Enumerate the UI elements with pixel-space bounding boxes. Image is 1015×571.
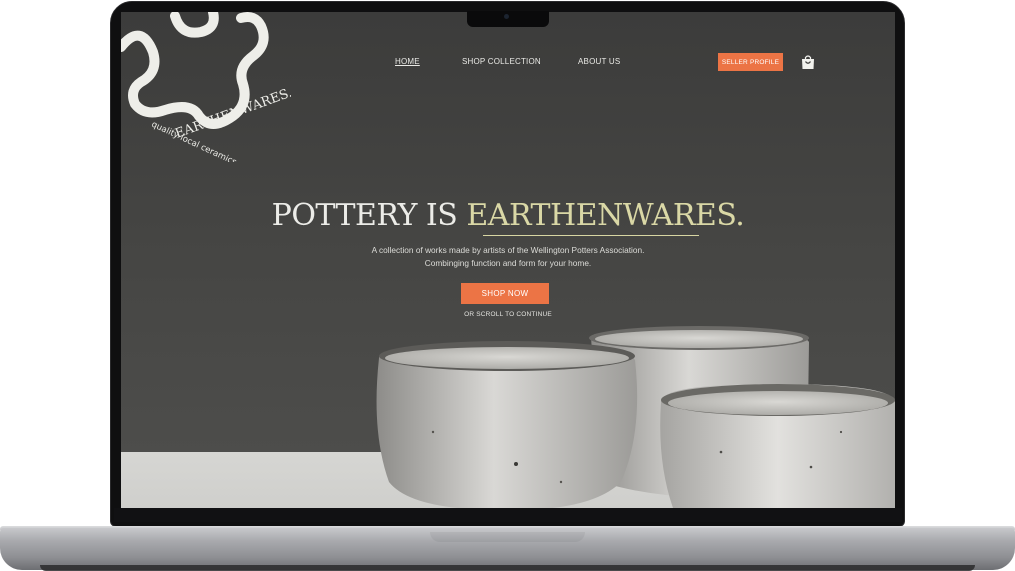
shop-now-button[interactable]: SHOP NOW <box>461 283 549 304</box>
website-screen: EARTHENWARES. quality local ceramics HOM… <box>121 12 895 508</box>
earthenwares-logo[interactable]: EARTHENWARES. quality local ceramics <box>121 12 291 162</box>
nav-shop-collection-link[interactable]: SHOP COLLECTION <box>462 57 541 66</box>
screen-bottom-bezel <box>114 508 902 522</box>
camera-icon <box>504 14 509 19</box>
hero-subtitle: A collection of works made by artists of… <box>121 244 895 269</box>
shopping-bag-icon[interactable] <box>801 54 815 70</box>
nav-about-us-link[interactable]: ABOUT US <box>578 57 620 66</box>
hero-accent-underline <box>483 235 699 236</box>
laptop-thumb-notch <box>430 532 585 542</box>
hero-title: POTTERY IS EARTHENWARES. <box>121 198 895 233</box>
seller-profile-button[interactable]: SELLER PROFILE <box>718 53 783 71</box>
hero-subtitle-line2: Combinging function and form for your ho… <box>424 257 592 268</box>
scroll-hint[interactable]: OR SCROLL TO CONTINUE <box>121 311 895 318</box>
hero-title-accent: EARTHENWARES. <box>466 198 745 233</box>
hero-subtitle-line1: A collection of works made by artists of… <box>371 245 645 255</box>
laptop-foot <box>40 565 975 571</box>
hero-title-prefix: POTTERY IS <box>271 198 458 233</box>
camera-notch <box>467 11 549 27</box>
nav-home-link[interactable]: HOME <box>395 57 420 66</box>
